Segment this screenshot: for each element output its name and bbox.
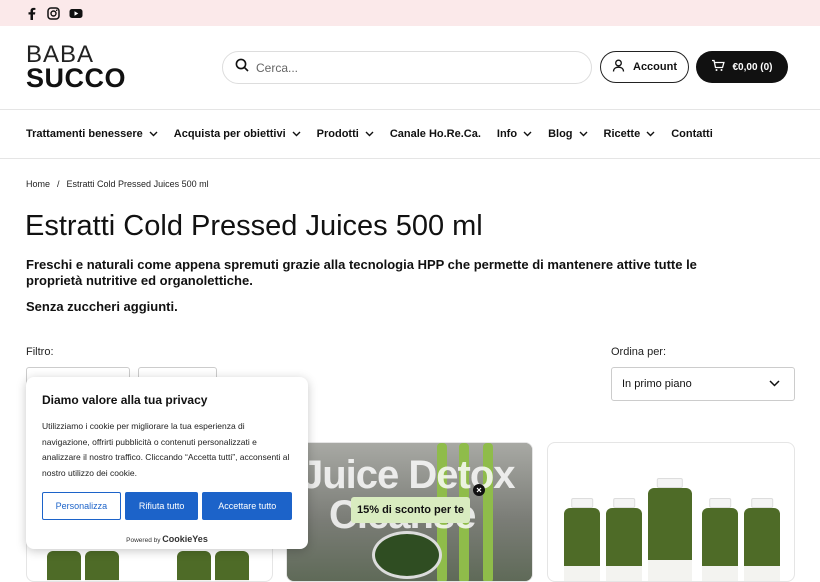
close-icon[interactable] [473, 484, 485, 496]
cookie-powered-by[interactable]: Powered by CookieYes [42, 534, 292, 544]
customize-button[interactable]: Personalizza [42, 492, 121, 520]
nav-item-ricette[interactable]: Ricette [604, 128, 656, 140]
instagram-icon[interactable] [47, 6, 60, 20]
product-card[interactable] [547, 442, 795, 582]
accept-all-button[interactable]: Accettare tutto [202, 492, 292, 520]
social-bar [0, 0, 820, 26]
cookie-title: Diamo valore alla tua privacy [42, 393, 208, 407]
filter-label: Filtro: [26, 346, 54, 358]
account-button[interactable]: Account [600, 51, 689, 83]
nav-item-info[interactable]: Info [497, 128, 532, 140]
breadcrumb-home[interactable]: Home [26, 179, 50, 189]
cookie-consent-dialog: Diamo valore alla tua privacy Utilizziam… [26, 377, 308, 549]
detox-image-text: Juice Detox Cleanse [301, 455, 516, 535]
sort-select[interactable]: In primo piano [611, 367, 795, 401]
juice-bottle-image [606, 498, 642, 581]
page-title: Estratti Cold Pressed Juices 500 ml [25, 210, 483, 242]
discount-badge[interactable]: 15% di sconto per te [351, 497, 470, 523]
site-logo[interactable]: BABA SUCCO [26, 43, 146, 92]
chevron-down-icon [521, 128, 532, 140]
page-description: Freschi e naturali come appena spremuti … [26, 257, 697, 288]
chevron-down-icon [147, 128, 158, 140]
nav-item-horeca[interactable]: Canale Ho.Re.Ca. [390, 128, 481, 140]
logo-line2: SUCCO [26, 63, 127, 93]
juice-bottle-image [744, 498, 780, 581]
nav-item-label: Prodotti [316, 128, 359, 140]
juice-bottle-image [177, 551, 211, 581]
page-description-sugar: Senza zuccheri aggiunti. [26, 299, 178, 314]
juice-bowl [372, 531, 442, 579]
breadcrumb-current: Estratti Cold Pressed Juices 500 ml [66, 179, 209, 189]
user-icon [612, 59, 625, 75]
nav-item-label: Trattamenti benessere [26, 128, 143, 140]
juice-bottle-image [47, 551, 81, 581]
sort-selected-value: In primo piano [622, 378, 692, 390]
chevron-down-icon [363, 128, 374, 140]
cart-button[interactable]: €0,00 (0) [696, 51, 788, 83]
juice-bottle-image [702, 498, 738, 581]
site-header: BABA SUCCO Cerca... Account €0,00 (0) [0, 26, 820, 110]
powered-prefix: Powered by [126, 537, 161, 544]
chevron-down-icon [769, 378, 780, 390]
chevron-down-icon [577, 128, 588, 140]
juice-bottle-image [85, 551, 119, 581]
reject-all-button[interactable]: Rifiuta tutto [124, 492, 199, 520]
search-icon [235, 58, 249, 77]
sort-label: Ordina per: [611, 346, 667, 358]
juice-bottle-image [564, 498, 600, 581]
nav-item-obiettivi[interactable]: Acquista per obiettivi [174, 128, 301, 140]
juice-bottle-image [648, 478, 692, 581]
nav-item-label: Contatti [671, 128, 713, 140]
search-input[interactable]: Cerca... [222, 51, 592, 84]
account-label: Account [633, 61, 677, 73]
nav-item-label: Ricette [603, 128, 641, 140]
youtube-icon[interactable] [69, 8, 83, 19]
cookieyes-logo: CookieYes [162, 534, 208, 544]
main-nav: Trattamenti benessere Acquista per obiet… [0, 110, 820, 159]
cart-total: €0,00 (0) [732, 61, 773, 73]
nav-item-prodotti[interactable]: Prodotti [317, 128, 374, 140]
search-placeholder: Cerca... [256, 60, 299, 75]
chevron-down-icon [644, 128, 655, 140]
nav-item-contatti[interactable]: Contatti [671, 128, 713, 140]
chevron-down-icon [290, 128, 301, 140]
nav-item-label: Acquista per obiettivi [173, 128, 286, 140]
nav-item-label: Canale Ho.Re.Ca. [389, 128, 481, 140]
juice-bottle-image [215, 551, 249, 581]
breadcrumb-separator: / [57, 179, 60, 189]
facebook-icon[interactable] [26, 7, 38, 20]
cookie-text: Utilizziamo i cookie per migliorare la t… [42, 421, 290, 478]
cookie-buttons: Personalizza Rifiuta tutto Accettare tut… [42, 492, 292, 520]
nav-item-trattamenti[interactable]: Trattamenti benessere [26, 128, 158, 140]
cart-icon [711, 59, 726, 75]
breadcrumb: Home / Estratti Cold Pressed Juices 500 … [26, 179, 209, 189]
nav-item-label: Info [496, 128, 518, 140]
nav-item-label: Blog [548, 128, 573, 140]
nav-item-blog[interactable]: Blog [548, 128, 588, 140]
